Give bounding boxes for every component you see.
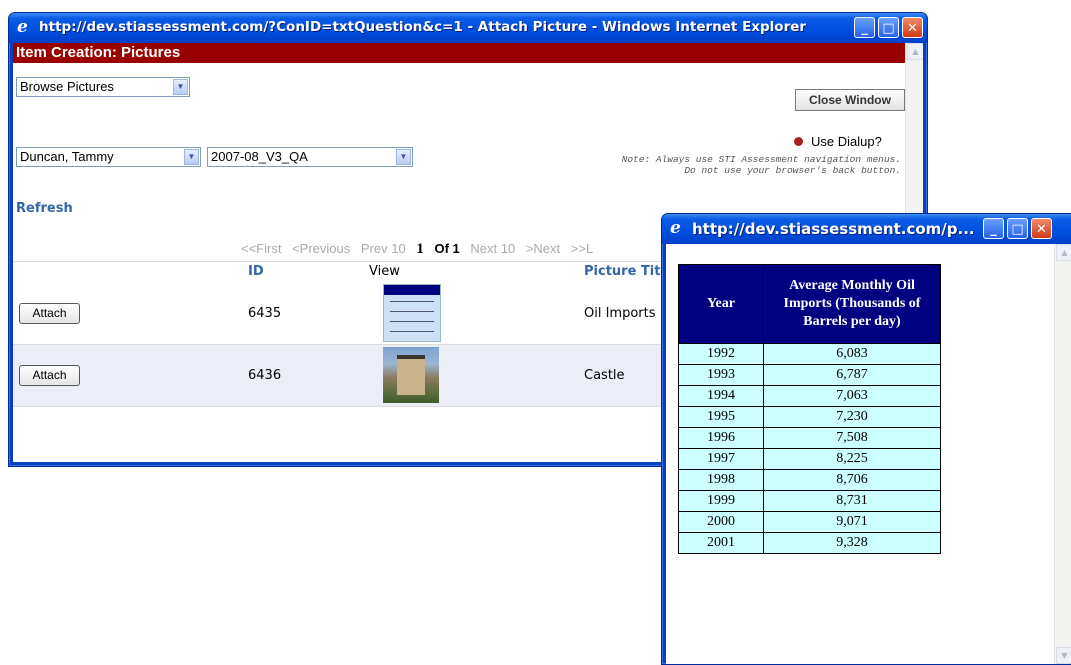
- year-cell: 2001: [678, 532, 764, 554]
- navigation-note: Note: Always use STI Assessment navigati…: [621, 154, 901, 176]
- value-cell: 7,230: [763, 406, 941, 428]
- table-row: 1996 7,508: [678, 427, 941, 449]
- pager-current: 1: [416, 241, 424, 257]
- year-cell: 2000: [678, 511, 764, 533]
- close-icon[interactable]: ✕: [902, 17, 923, 38]
- window-content: Year Average Monthly Oil Imports (Thousa…: [666, 244, 1071, 664]
- year-cell: 1999: [678, 490, 764, 512]
- window-titlebar[interactable]: e http://dev.stiassessment.com/p... _ □ …: [662, 214, 1071, 244]
- ie-logo-icon: e: [17, 17, 28, 37]
- table-row: 2001 9,328: [678, 532, 941, 554]
- table-row: 1997 8,225: [678, 448, 941, 470]
- use-dialup-option[interactable]: Use Dialup?: [794, 134, 882, 149]
- minimize-icon[interactable]: _: [854, 17, 875, 38]
- castle-thumbnail[interactable]: [383, 347, 439, 403]
- minimize-icon[interactable]: _: [983, 218, 1004, 239]
- window-titlebar[interactable]: e http://dev.stiassessment.com/?ConID=tx…: [9, 13, 927, 43]
- year-cell: 1997: [678, 448, 764, 470]
- table-row: Attach 6436 Castle: [13, 345, 673, 407]
- window-title: http://dev.stiassessment.com/?ConID=txtQ…: [39, 19, 807, 35]
- pagination: <<First <Previous Prev 10 1 Of 1 Next 10…: [241, 241, 600, 258]
- pager-previous[interactable]: <Previous: [292, 241, 350, 256]
- castle-shape: [397, 355, 425, 395]
- attach-button[interactable]: Attach: [19, 303, 80, 324]
- table-row: Attach 6435 Oil Imports: [13, 282, 673, 345]
- use-dialup-label: Use Dialup?: [811, 134, 882, 149]
- year-cell: 1995: [678, 406, 764, 428]
- value-cell: 8,706: [763, 469, 941, 491]
- column-header-title: Picture Tit: [584, 264, 661, 279]
- attach-button[interactable]: Attach: [19, 365, 80, 386]
- value-cell: 7,063: [763, 385, 941, 407]
- value-cell: 8,731: [763, 490, 941, 512]
- value-cell: 6,787: [763, 364, 941, 386]
- year-column-header: Year: [678, 264, 764, 344]
- year-cell: 1998: [678, 469, 764, 491]
- author-select-value: Duncan, Tammy: [20, 149, 114, 164]
- table-row: 1999 8,731: [678, 490, 941, 512]
- scroll-down-icon[interactable]: ▼: [1056, 647, 1071, 664]
- maximize-icon[interactable]: □: [878, 17, 899, 38]
- value-cell: 6,083: [763, 343, 941, 365]
- close-window-button[interactable]: Close Window: [795, 89, 905, 111]
- table-row: 1995 7,230: [678, 406, 941, 428]
- value-cell: 7,508: [763, 427, 941, 449]
- oil-imports-table: Year Average Monthly Oil Imports (Thousa…: [678, 264, 941, 554]
- dropdown-arrow-icon[interactable]: ▼: [184, 149, 199, 165]
- table-row: 1994 7,063: [678, 385, 941, 407]
- scroll-up-icon[interactable]: ▲: [907, 43, 923, 60]
- pager-first[interactable]: <<First: [241, 241, 281, 256]
- table-row: 1993 6,787: [678, 364, 941, 386]
- pager-of: Of 1: [434, 241, 460, 256]
- radio-dot-icon[interactable]: [794, 137, 803, 146]
- picture-preview-window: e http://dev.stiassessment.com/p... _ □ …: [661, 213, 1071, 665]
- project-select-value: 2007-08_V3_QA: [211, 149, 308, 164]
- picture-id: 6435: [248, 306, 282, 321]
- value-cell: 8,225: [763, 448, 941, 470]
- pager-next10[interactable]: Next 10: [470, 241, 515, 256]
- project-select[interactable]: 2007-08_V3_QA ▼: [207, 147, 413, 167]
- picture-title: Oil Imports: [584, 306, 656, 321]
- value-cell: 9,071: [763, 511, 941, 533]
- table-row: 1998 8,706: [678, 469, 941, 491]
- table-header-row: ID View Picture Tit: [13, 261, 673, 283]
- column-header-id: ID: [248, 264, 264, 279]
- pager-last[interactable]: >>L: [571, 241, 593, 256]
- scroll-up-icon[interactable]: ▲: [1056, 244, 1071, 261]
- vertical-scrollbar[interactable]: ▲ ▼: [1054, 244, 1071, 664]
- pager-next[interactable]: >Next: [526, 241, 560, 256]
- year-cell: 1993: [678, 364, 764, 386]
- year-cell: 1992: [678, 343, 764, 365]
- value-cell: 9,328: [763, 532, 941, 554]
- dropdown-arrow-icon[interactable]: ▼: [173, 79, 188, 95]
- table-row: 1992 6,083: [678, 343, 941, 365]
- page-title: Item Creation: Pictures: [13, 43, 907, 63]
- pager-prev10[interactable]: Prev 10: [361, 241, 406, 256]
- refresh-link[interactable]: Refresh: [16, 201, 73, 216]
- column-header-view: View: [369, 264, 400, 279]
- maximize-icon[interactable]: □: [1007, 218, 1028, 239]
- author-select[interactable]: Duncan, Tammy ▼: [16, 147, 201, 167]
- picture-id: 6436: [248, 368, 282, 383]
- mode-select-value: Browse Pictures: [20, 79, 114, 94]
- close-icon[interactable]: ✕: [1031, 218, 1052, 239]
- dropdown-arrow-icon[interactable]: ▼: [396, 149, 411, 165]
- window-title: http://dev.stiassessment.com/p...: [692, 220, 975, 238]
- year-cell: 1994: [678, 385, 764, 407]
- mode-select[interactable]: Browse Pictures ▼: [16, 77, 190, 97]
- oil-imports-thumbnail[interactable]: [383, 284, 441, 342]
- value-column-header: Average Monthly Oil Imports (Thousands o…: [763, 264, 941, 344]
- year-cell: 1996: [678, 427, 764, 449]
- ie-logo-icon: e: [670, 218, 681, 238]
- table-row: 2000 9,071: [678, 511, 941, 533]
- table-header-row: Year Average Monthly Oil Imports (Thousa…: [678, 264, 941, 344]
- picture-title: Castle: [584, 368, 625, 383]
